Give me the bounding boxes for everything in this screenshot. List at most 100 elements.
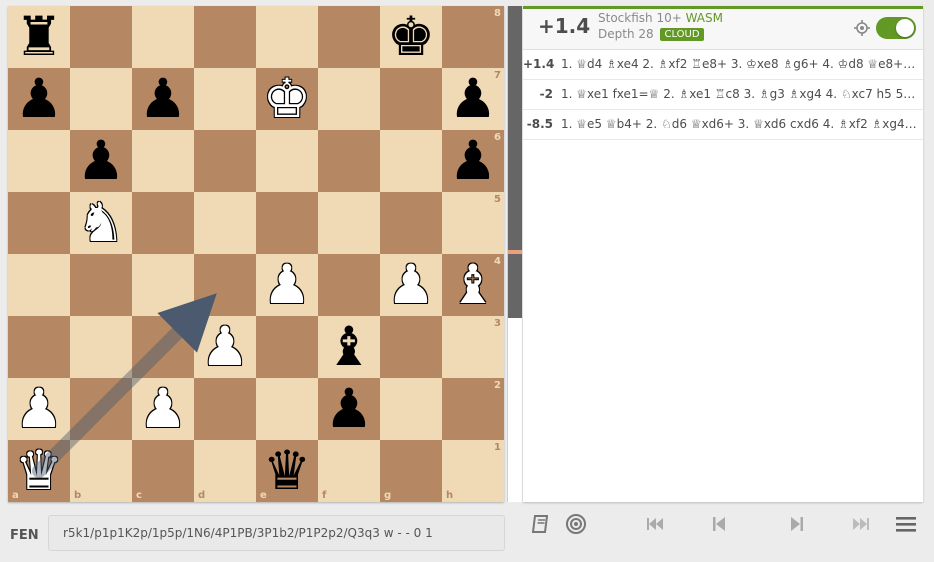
black-pawn[interactable]: ♟ [70,130,132,192]
square-d3[interactable]: ♟ [194,316,256,378]
square-c1[interactable]: c [132,440,194,502]
square-b1[interactable]: b [70,440,132,502]
square-h7[interactable]: 7 ♟ [442,68,504,130]
square-d1[interactable]: d [194,440,256,502]
square-h5[interactable]: 5 [442,192,504,254]
white-pawn[interactable]: ♟ [194,316,256,378]
pv-line[interactable]: -8.5 1. ♕e5 ♕b4+ 2. ♘d6 ♕xd6+ 3. ♕xd6 cxd… [523,110,923,140]
square-b2[interactable] [70,378,132,440]
menu-icon[interactable] [892,512,920,536]
fen-field[interactable]: r5k1/p1p1K2p/1p5p/1N6/4P1PB/3P1b2/P1P2p2… [48,515,505,551]
pv-moves[interactable]: 1. ♕xe1 fxe1=♕ 2. ♗xe1 ♖c8 3. ♗g3 ♗xg4 4… [561,80,919,109]
white-knight[interactable]: ♞ [70,192,132,254]
black-rook[interactable]: ♜ [8,6,70,68]
square-g2[interactable] [380,378,442,440]
white-pawn[interactable]: ♟ [380,254,442,316]
square-d2[interactable] [194,378,256,440]
square-b5[interactable]: ♞ [70,192,132,254]
square-g7[interactable] [380,68,442,130]
white-queen[interactable]: ♛ [8,440,70,502]
square-e6[interactable] [256,130,318,192]
square-a2[interactable]: ♟ [8,378,70,440]
engine-toggle[interactable] [876,17,916,39]
square-e1[interactable]: e ♛ [256,440,318,502]
square-h4[interactable]: 4 ♝ [442,254,504,316]
book-icon[interactable] [528,512,556,536]
prev-move-icon[interactable] [705,512,733,536]
white-king[interactable]: ♚ [256,68,318,130]
square-g8[interactable]: ♚ [380,6,442,68]
pv-moves[interactable]: 1. ♕d4 ♗xe4 2. ♗xf2 ♖e8+ 3. ♔xe8 ♗g6+ 4.… [561,50,919,79]
square-d6[interactable] [194,130,256,192]
square-c6[interactable] [132,130,194,192]
square-g3[interactable] [380,316,442,378]
square-a4[interactable] [8,254,70,316]
square-g1[interactable]: g [380,440,442,502]
black-pawn[interactable]: ♟ [8,68,70,130]
white-pawn[interactable]: ♟ [8,378,70,440]
white-pawn[interactable]: ♟ [132,378,194,440]
square-d7[interactable] [194,68,256,130]
black-bishop[interactable]: ♝ [318,316,380,378]
first-move-icon[interactable] [641,512,669,536]
black-pawn[interactable]: ♟ [132,68,194,130]
square-b6[interactable]: ♟ [70,130,132,192]
next-move-icon[interactable] [783,512,811,536]
pv-moves[interactable]: 1. ♕e5 ♕b4+ 2. ♘d6 ♕xd6+ 3. ♕xd6 cxd6 4.… [561,110,919,139]
last-move-icon[interactable] [847,512,875,536]
square-g6[interactable] [380,130,442,192]
square-h2[interactable]: 2 [442,378,504,440]
white-bishop[interactable]: ♝ [442,254,504,316]
square-c4[interactable] [132,254,194,316]
square-c3[interactable] [132,316,194,378]
square-a3[interactable] [8,316,70,378]
square-f4[interactable] [318,254,380,316]
square-h3[interactable]: 3 [442,316,504,378]
square-a7[interactable]: ♟ [8,68,70,130]
black-queen[interactable]: ♛ [256,440,318,502]
square-c2[interactable]: ♟ [132,378,194,440]
square-h1[interactable]: 1h [442,440,504,502]
target-icon[interactable] [562,512,590,536]
black-pawn[interactable]: ♟ [442,130,504,192]
square-a8[interactable]: ♜ [8,6,70,68]
square-h6[interactable]: 6 ♟ [442,130,504,192]
chessboard[interactable]: ♜ ♚ 8 ♟ ♟ ♚ 7 ♟ ♟ 6 ♟ ♞ 5 ♟ ♟ 4 ♝ ♟ ♝ 3 ♟ ♟ ♟ 2 a ♛ b c d e ♛ f g 1 h [8,6,504,502]
square-f8[interactable] [318,6,380,68]
square-a5[interactable] [8,192,70,254]
pv-line[interactable]: -2 1. ♕xe1 fxe1=♕ 2. ♗xe1 ♖c8 3. ♗g3 ♗xg4… [523,80,923,110]
square-h8[interactable]: 8 [442,6,504,68]
square-g5[interactable] [380,192,442,254]
square-f5[interactable] [318,192,380,254]
square-d5[interactable] [194,192,256,254]
crosshair-icon[interactable] [854,20,870,36]
square-e7[interactable]: ♚ [256,68,318,130]
square-b8[interactable] [70,6,132,68]
square-d4[interactable] [194,254,256,316]
square-b3[interactable] [70,316,132,378]
square-f7[interactable] [318,68,380,130]
square-e2[interactable] [256,378,318,440]
square-e8[interactable] [256,6,318,68]
square-b7[interactable] [70,68,132,130]
square-g4[interactable]: ♟ [380,254,442,316]
square-b4[interactable] [70,254,132,316]
square-e4[interactable]: ♟ [256,254,318,316]
square-a1[interactable]: a ♛ [8,440,70,502]
square-f6[interactable] [318,130,380,192]
pv-line[interactable]: +1.4 1. ♕d4 ♗xe4 2. ♗xf2 ♖e8+ 3. ♔xe8 ♗g6… [523,50,923,80]
square-a6[interactable] [8,130,70,192]
black-king[interactable]: ♚ [380,6,442,68]
square-c5[interactable] [132,192,194,254]
square-f2[interactable]: ♟ [318,378,380,440]
square-e3[interactable] [256,316,318,378]
square-f3[interactable]: ♝ [318,316,380,378]
square-c7[interactable]: ♟ [132,68,194,130]
square-f1[interactable]: f [318,440,380,502]
black-pawn[interactable]: ♟ [442,68,504,130]
white-pawn[interactable]: ♟ [256,254,318,316]
square-c8[interactable] [132,6,194,68]
square-d8[interactable] [194,6,256,68]
square-e5[interactable] [256,192,318,254]
black-pawn[interactable]: ♟ [318,378,380,440]
